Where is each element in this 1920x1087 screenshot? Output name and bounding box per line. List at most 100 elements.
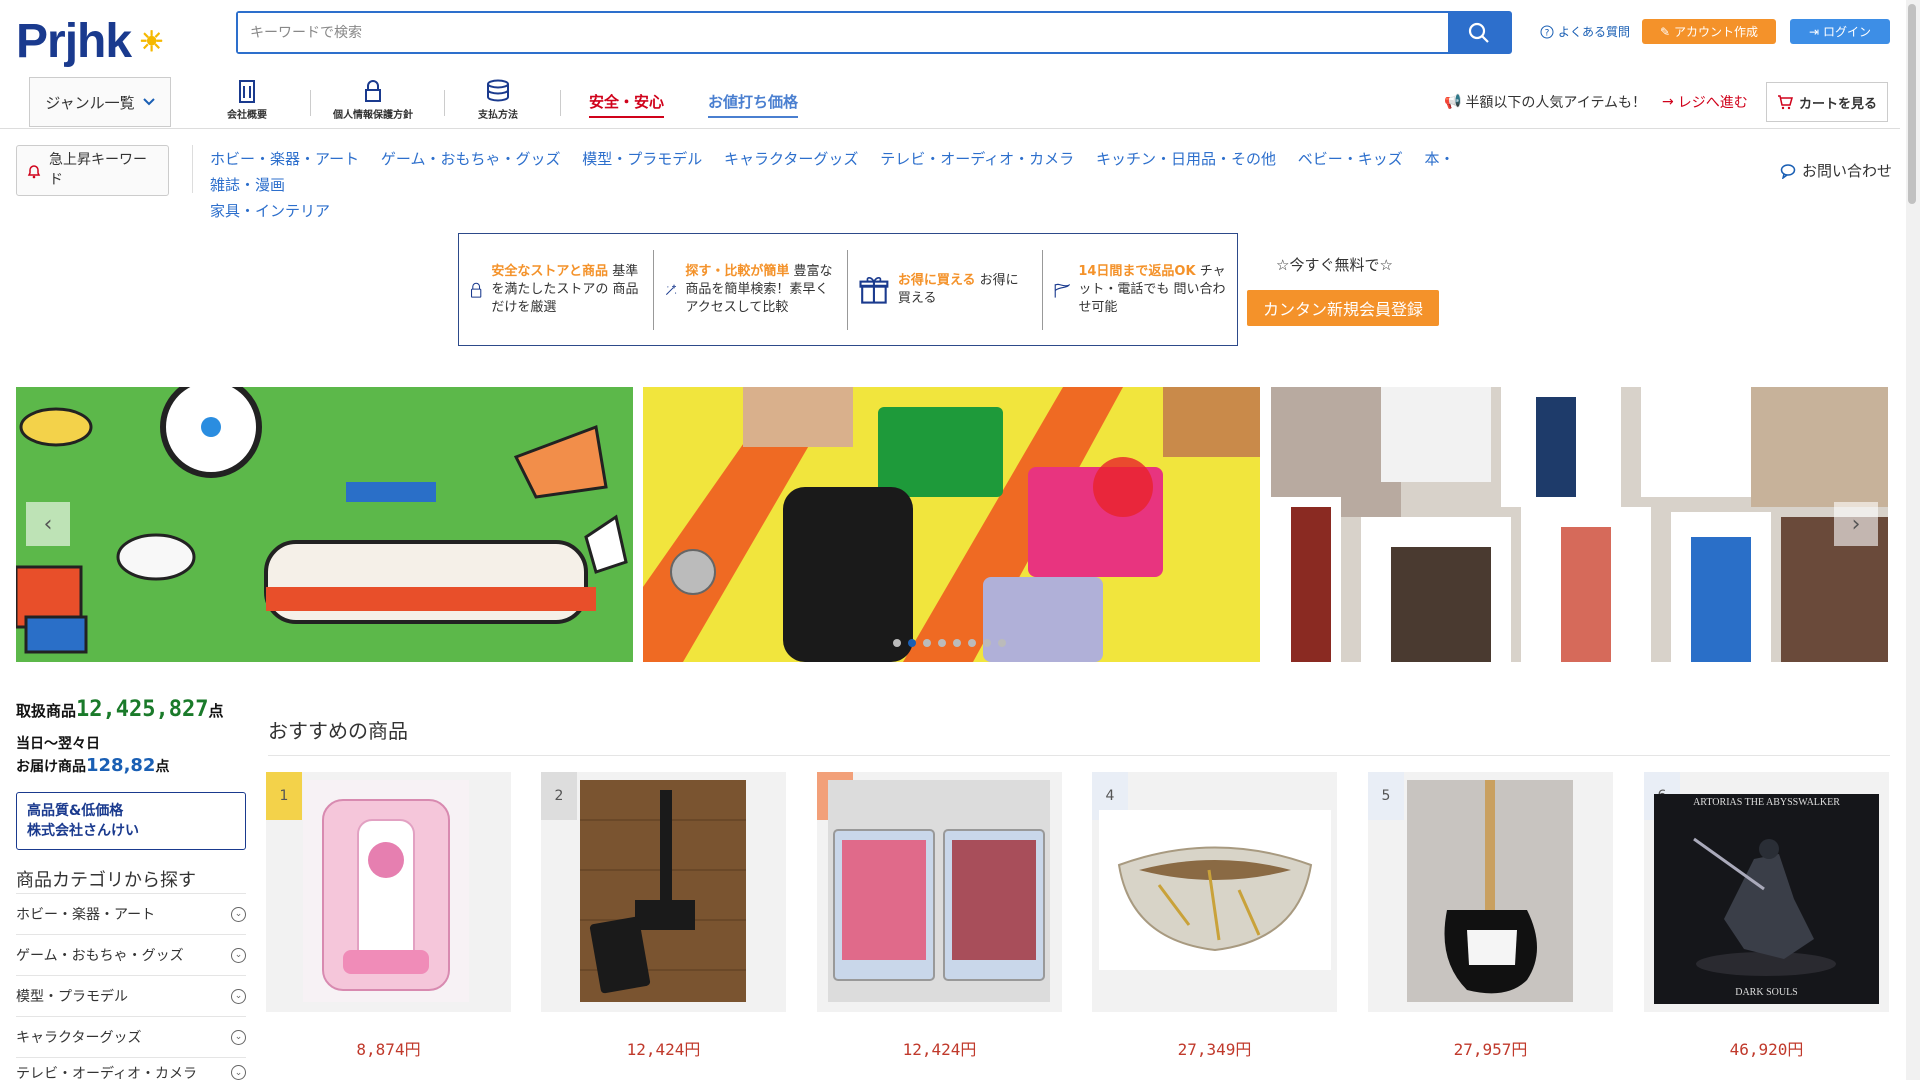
sidebar-category-item[interactable]: 模型・プラモデル ⌄ <box>16 975 246 1016</box>
genre-label: ジャンル一覧 <box>45 93 135 112</box>
stat-unit: 点 <box>155 759 170 775</box>
feature-title: 14日間まで返品OK <box>1078 263 1196 279</box>
sidebar-category-item[interactable]: ホビー・楽器・アート ⌄ <box>16 893 246 934</box>
sidebar-category-item[interactable]: キャラクターグッズ ⌄ <box>16 1016 246 1057</box>
nav-company[interactable]: 会社概要 <box>192 78 302 121</box>
login-button[interactable]: ⇥ ログイン <box>1790 19 1890 44</box>
trending-label: 急上昇キーワード <box>49 151 147 188</box>
register-title: ☆今すぐ無料で☆ <box>1276 256 1393 274</box>
product-card[interactable]: 1 <box>266 772 511 1012</box>
sidebar-category-item[interactable]: ゲーム・おもちゃ・グッズ ⌄ <box>16 934 246 975</box>
carousel-dot[interactable] <box>983 639 991 647</box>
site-logo[interactable]: Prjhk ☀ <box>16 14 164 69</box>
create-account-button[interactable]: ✎ アカウント作成 <box>1642 19 1776 44</box>
promo-label: 半額以下の人気アイテムも！ <box>1465 95 1647 111</box>
category-link[interactable]: キャラクターグッズ <box>724 150 858 168</box>
carousel-dot[interactable] <box>908 639 916 647</box>
product-card[interactable]: 2 <box>541 772 786 1012</box>
chevron-down-icon: ⌄ <box>231 1029 246 1045</box>
trending-keywords-button[interactable]: 急上昇キーワード <box>16 145 169 196</box>
lock-icon <box>365 80 381 102</box>
category-link[interactable]: キッチン・日用品・その他 <box>1096 150 1276 168</box>
carousel-dot[interactable] <box>938 639 946 647</box>
banner-hobby[interactable] <box>16 387 633 662</box>
rank-badge: 1 <box>266 772 302 820</box>
checkout-link[interactable]: → レジへ進む <box>1662 92 1748 112</box>
sidebar-category-item[interactable]: テレビ・オーディオ・カメラ ⌄ <box>16 1057 246 1087</box>
sun-icon: ☀ <box>139 26 164 57</box>
building-icon <box>239 80 255 103</box>
figure-illustration <box>1693 837 1836 976</box>
chevron-down-icon <box>142 98 155 106</box>
register-button[interactable]: カンタン新規会員登録 <box>1247 290 1439 326</box>
arrow-right-icon: → <box>1662 94 1674 110</box>
contact-link[interactable]: お問い合わせ <box>1780 160 1892 181</box>
carousel-dot[interactable] <box>953 639 961 647</box>
carousel-dot[interactable] <box>968 639 976 647</box>
carousel-dot[interactable] <box>998 639 1006 647</box>
nav-privacy[interactable]: 個人情報保護方針 <box>318 78 428 121</box>
category-link[interactable]: ホビー・楽器・アート <box>210 150 359 168</box>
gift-icon <box>859 276 889 304</box>
help-icon: ? <box>1540 25 1554 38</box>
scrollbar-thumb[interactable] <box>1908 4 1916 204</box>
product-image <box>828 780 1050 1002</box>
carousel-next-button[interactable]: › <box>1834 502 1878 546</box>
feature-title: 安全なストアと商品 <box>491 263 609 279</box>
feature-returns: 14日間まで返品OK チャット・電話でも 問い合わせ可能 <box>1043 250 1238 330</box>
contact-label: お問い合わせ <box>1802 162 1893 180</box>
chevron-down-icon: ⌄ <box>231 988 246 1004</box>
login-label: ログイン <box>1823 25 1872 39</box>
nav-payment[interactable]: 支払方法 <box>443 78 553 121</box>
nav-payment-label: 支払方法 <box>478 110 518 121</box>
recommended-divider <box>268 755 1890 756</box>
cart-button[interactable]: カートを見る <box>1766 82 1888 122</box>
box-title: ARTORIAS THE ABYSSWALKER <box>1693 797 1840 808</box>
rank-badge: 2 <box>541 772 577 820</box>
coins-icon <box>487 79 509 102</box>
category-link[interactable]: ベビー・キッズ <box>1298 150 1403 168</box>
product-card[interactable]: 6 ARTORIAS THE ABYSSWALKER DARK SOULS <box>1644 772 1889 1012</box>
lock-icon <box>470 282 482 298</box>
banner-illustration <box>643 387 1260 662</box>
genre-list-button[interactable]: ジャンル一覧 <box>29 77 171 127</box>
chevron-left-icon: ‹ <box>43 511 53 537</box>
category-link[interactable]: 家具・インテリア <box>210 202 330 220</box>
product-card[interactable]: 4 <box>1092 772 1337 1012</box>
cart-label: カートを見る <box>1798 96 1877 112</box>
svg-text:?: ? <box>1545 28 1550 38</box>
product-card[interactable]: 5 <box>1368 772 1613 1012</box>
banner-fashion[interactable] <box>1271 387 1888 662</box>
carousel-dot[interactable] <box>893 639 901 647</box>
product-price: 27,349円 <box>1177 1040 1252 1059</box>
category-link[interactable]: 模型・プラモデル <box>582 150 702 168</box>
search-bar <box>236 11 1512 54</box>
banner-bags[interactable] <box>643 387 1260 662</box>
nav-safety-link[interactable]: 安全・安心 <box>589 91 665 118</box>
rank-badge: 5 <box>1368 772 1404 820</box>
nav-privacy-label: 個人情報保護方針 <box>333 110 413 121</box>
carousel-dot[interactable] <box>923 639 931 647</box>
chevron-down-icon: ⌄ <box>231 947 246 963</box>
feature-title: 探す・比較が簡単 <box>685 263 790 279</box>
promo-link[interactable]: 📢 半額以下の人気アイテムも！ <box>1444 92 1646 112</box>
pencil-icon: ✎ <box>1659 24 1671 39</box>
nav-deal-link[interactable]: お値打ち価格 <box>708 91 799 118</box>
product-card[interactable]: 3 <box>817 772 1062 1012</box>
company-banner[interactable]: 高品質&低価格 株式会社さんけい <box>16 792 246 850</box>
chevron-down-icon: ⌄ <box>231 906 246 922</box>
product-price: 12,424円 <box>902 1040 977 1059</box>
carousel-prev-button[interactable]: ‹ <box>26 502 70 546</box>
cart-icon <box>1777 95 1793 110</box>
stat-label: お届け商品 <box>16 759 86 775</box>
faq-link[interactable]: ? よくある質問 <box>1540 23 1630 40</box>
category-link[interactable]: テレビ・オーディオ・カメラ <box>880 150 1074 168</box>
nav-company-label: 会社概要 <box>227 110 267 121</box>
search-input[interactable] <box>238 13 1448 52</box>
category-link[interactable]: ゲーム・おもちゃ・グッズ <box>381 150 561 168</box>
total-products-stat: 取扱商品12,425,827点 <box>16 697 223 722</box>
search-icon <box>1468 22 1489 43</box>
header-divider <box>0 128 1900 129</box>
chat-icon <box>1780 163 1796 179</box>
search-button[interactable] <box>1448 13 1510 52</box>
